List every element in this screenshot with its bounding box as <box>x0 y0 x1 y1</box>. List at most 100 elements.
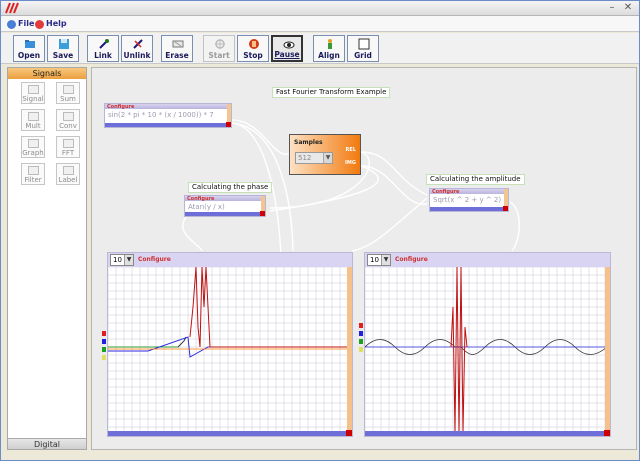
stop-button-label: Stop <box>243 51 263 60</box>
palette-item-graph[interactable]: Graph <box>21 136 45 158</box>
pause-button[interactable]: Pause <box>271 35 303 62</box>
samples-title: Samples <box>294 139 323 146</box>
save-icon <box>59 39 69 49</box>
input-port-yellow[interactable] <box>359 347 363 352</box>
phase-block[interactable]: Configure Atan(y / x) <box>184 195 266 217</box>
phase-expression[interactable]: Atan(y / x) <box>188 203 225 212</box>
signal-block[interactable]: Configure sin(2 * pi * 10 * (x / 1000)) … <box>104 103 232 128</box>
graph-window-right[interactable]: 10 ▼ Configure <box>359 252 611 437</box>
palette-item-mult[interactable]: Mult <box>21 109 45 131</box>
link-icon <box>99 39 109 49</box>
amplitude-expression[interactable]: Sqrt(x ^ 2 + y ^ 2) <box>433 196 501 205</box>
resize-handle[interactable] <box>260 211 265 216</box>
help-icon <box>35 19 44 29</box>
grid-button[interactable]: Grid <box>347 35 379 62</box>
palette-item-label: Mult <box>25 122 41 130</box>
chevron-down-icon[interactable]: ▼ <box>323 153 332 163</box>
block-footer <box>105 123 231 127</box>
close-button[interactable]: ✕ <box>621 2 635 14</box>
amplitude-label[interactable]: Calculating the amplitude <box>426 174 525 185</box>
palette-header-signals[interactable]: Signals <box>8 68 86 79</box>
palette-item-filter[interactable]: Filter <box>21 163 45 185</box>
port-img-label[interactable]: IMG <box>345 160 356 166</box>
link-button-label: Link <box>94 51 112 60</box>
stop-hand-icon <box>249 39 259 49</box>
erase-button-label: Erase <box>165 51 189 60</box>
grid-button-label: Grid <box>354 51 372 60</box>
input-port-blue[interactable] <box>359 331 363 336</box>
menu-help[interactable]: Help <box>35 18 67 30</box>
palette-item-label: Filter <box>24 176 42 184</box>
eraser-icon <box>172 40 184 48</box>
workspace-canvas[interactable]: Fast Fourier Transform Example Calculati… <box>91 67 637 450</box>
fft-icon <box>63 139 74 148</box>
input-port-red[interactable] <box>102 331 106 336</box>
block-footer <box>430 207 508 211</box>
samples-value: 512 <box>298 154 312 162</box>
start-icon <box>215 39 225 49</box>
configure-link[interactable]: Configure <box>107 104 134 110</box>
save-button-label: Save <box>52 51 74 60</box>
example-title-label[interactable]: Fast Fourier Transform Example <box>272 87 391 98</box>
configure-link[interactable]: Configure <box>395 256 428 263</box>
mult-icon <box>28 112 39 121</box>
align-button[interactable]: Align <box>313 35 345 62</box>
palette-item-conv[interactable]: Conv <box>56 109 80 131</box>
plot-area <box>108 267 349 433</box>
palette-item-sum[interactable]: Sum <box>56 82 80 104</box>
globe-icon <box>7 19 16 29</box>
unlink-icon <box>133 39 143 49</box>
stop-button[interactable]: Stop <box>237 35 269 62</box>
graph-window-left[interactable]: 10 ▼ Configure <box>102 252 353 437</box>
resize-handle[interactable] <box>503 206 508 211</box>
palette-item-label: FFT <box>61 149 75 157</box>
minimize-button[interactable]: – <box>605 2 619 14</box>
resize-handle[interactable] <box>226 122 231 127</box>
application-window: – ✕ File Help Open Save Link Unlink Eras… <box>0 0 640 461</box>
unlink-button[interactable]: Unlink <box>121 35 153 62</box>
zoom-value: 10 <box>370 256 379 264</box>
save-button[interactable]: Save <box>47 35 79 62</box>
chevron-down-icon[interactable]: ▼ <box>381 255 390 265</box>
resize-handle[interactable] <box>346 430 352 436</box>
chevron-down-icon[interactable]: ▼ <box>124 255 133 265</box>
input-port-red[interactable] <box>359 323 363 328</box>
palette-item-label: Signal <box>22 95 44 103</box>
app-logo-icon <box>5 2 19 14</box>
link-button[interactable]: Link <box>87 35 119 62</box>
start-button[interactable]: Start <box>203 35 235 62</box>
graph-icon <box>28 139 39 148</box>
open-button[interactable]: Open <box>13 35 45 62</box>
erase-button[interactable]: Erase <box>161 35 193 62</box>
toolbar: Open Save Link Unlink Erase Start Stop P… <box>1 33 639 64</box>
input-port-yellow[interactable] <box>102 355 106 360</box>
fft-samples-block[interactable]: Samples REL IMG 512 ▼ <box>289 134 361 175</box>
menu-bar: File Help <box>1 16 639 32</box>
configure-link[interactable]: Configure <box>432 189 459 195</box>
pause-button-label: Pause <box>274 50 300 59</box>
grid-icon <box>358 38 370 50</box>
zoom-select[interactable]: 10 ▼ <box>110 254 134 266</box>
input-port-blue[interactable] <box>102 339 106 344</box>
amplitude-block[interactable]: Configure Sqrt(x ^ 2 + y ^ 2) <box>429 188 509 212</box>
palette-item-fft[interactable]: FFT <box>56 136 80 158</box>
filter-icon <box>28 166 39 175</box>
zoom-select[interactable]: 10 ▼ <box>367 254 391 266</box>
palette-header-digital[interactable]: Digital <box>8 438 86 449</box>
palette-item-label-tool[interactable]: Label <box>56 163 80 185</box>
palette-item-signal[interactable]: Signal <box>21 82 45 104</box>
configure-link[interactable]: Configure <box>138 256 171 263</box>
unlink-button-label: Unlink <box>123 51 151 60</box>
configure-link[interactable]: Configure <box>187 196 214 202</box>
palette-item-label: Label <box>58 176 78 184</box>
samples-select[interactable]: 512 ▼ <box>295 152 333 164</box>
input-port-green[interactable] <box>102 347 106 352</box>
menu-file[interactable]: File <box>7 18 34 30</box>
signal-expression[interactable]: sin(2 * pi * 10 * (x / 1000)) * 7 <box>108 111 214 120</box>
graph-footer <box>365 431 610 436</box>
resize-handle[interactable] <box>604 430 610 436</box>
port-real-label[interactable]: REL <box>346 147 356 153</box>
input-port-green[interactable] <box>359 339 363 344</box>
phase-label[interactable]: Calculating the phase <box>188 182 273 193</box>
zoom-value: 10 <box>113 256 122 264</box>
